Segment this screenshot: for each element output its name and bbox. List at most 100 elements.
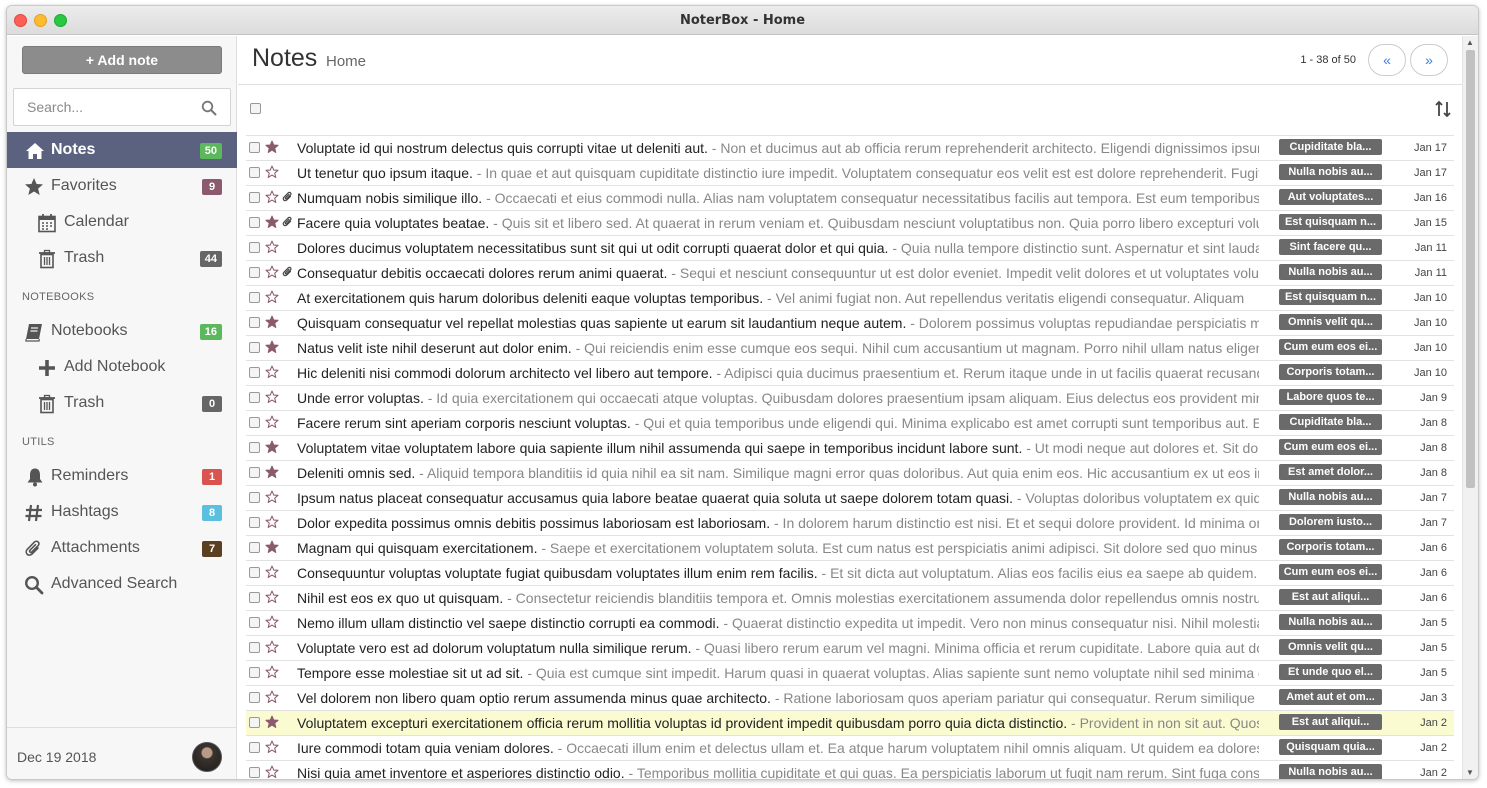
- note-checkbox[interactable]: [249, 517, 260, 528]
- note-checkbox[interactable]: [249, 417, 260, 428]
- note-tag[interactable]: Nulla nobis au...: [1279, 764, 1382, 779]
- next-page-button[interactable]: »: [1410, 44, 1448, 76]
- nav-item-add-notebook[interactable]: Add Notebook: [7, 349, 237, 385]
- note-row[interactable]: Magnam qui quisquam exercitationem. - Sa…: [246, 535, 1454, 560]
- star-filled-icon[interactable]: [265, 215, 279, 229]
- note-text[interactable]: Tempore esse molestiae sit ut ad sit. - …: [297, 665, 1259, 681]
- note-text[interactable]: Facere rerum sint aperiam corporis nesci…: [297, 415, 1259, 431]
- note-checkbox[interactable]: [249, 392, 260, 403]
- note-tag[interactable]: Est aut aliqui...: [1279, 589, 1382, 605]
- note-tag[interactable]: Nulla nobis au...: [1279, 614, 1382, 630]
- note-tag[interactable]: Nulla nobis au...: [1279, 489, 1382, 505]
- note-row[interactable]: Facere rerum sint aperiam corporis nesci…: [246, 410, 1454, 435]
- star-outline-icon[interactable]: [265, 390, 279, 404]
- note-checkbox[interactable]: [249, 492, 260, 503]
- note-checkbox[interactable]: [249, 567, 260, 578]
- note-text[interactable]: Deleniti omnis sed. - Aliquid tempora bl…: [297, 465, 1259, 481]
- search-icon[interactable]: [201, 100, 217, 116]
- star-outline-icon[interactable]: [265, 690, 279, 704]
- note-text[interactable]: Voluptate vero est ad dolorum voluptatum…: [297, 640, 1259, 656]
- note-text[interactable]: Nihil est eos ex quo ut quisquam. - Cons…: [297, 590, 1259, 606]
- note-row[interactable]: Nisi quia amet inventore et asperiores d…: [246, 760, 1454, 779]
- note-checkbox[interactable]: [249, 442, 260, 453]
- note-tag[interactable]: Et unde quo el...: [1279, 664, 1382, 680]
- note-checkbox[interactable]: [249, 742, 260, 753]
- note-text[interactable]: Hic deleniti nisi commodi dolorum archit…: [297, 365, 1259, 381]
- star-filled-icon[interactable]: [265, 140, 279, 154]
- note-checkbox[interactable]: [249, 292, 260, 303]
- star-filled-icon[interactable]: [265, 315, 279, 329]
- star-outline-icon[interactable]: [265, 290, 279, 304]
- nav-item-advanced-search[interactable]: Advanced Search: [7, 566, 237, 602]
- note-checkbox[interactable]: [249, 667, 260, 678]
- note-row[interactable]: Voluptate vero est ad dolorum voluptatum…: [246, 635, 1454, 660]
- note-text[interactable]: Nemo illum ullam distinctio vel saepe di…: [297, 615, 1259, 631]
- note-checkbox[interactable]: [249, 717, 260, 728]
- star-outline-icon[interactable]: [265, 590, 279, 604]
- note-row[interactable]: Facere quia voluptates beatae. - Quis si…: [246, 210, 1454, 235]
- note-text[interactable]: Numquam nobis similique illo. - Occaecat…: [297, 190, 1259, 206]
- note-row[interactable]: Iure commodi totam quia veniam dolores. …: [246, 735, 1454, 760]
- note-row[interactable]: Nemo illum ullam distinctio vel saepe di…: [246, 610, 1454, 635]
- note-tag[interactable]: Cum eum eos ei...: [1279, 439, 1382, 455]
- note-tag[interactable]: Est aut aliqui...: [1279, 714, 1382, 730]
- note-checkbox[interactable]: [249, 467, 260, 478]
- note-checkbox[interactable]: [249, 217, 260, 228]
- nav-item-calendar[interactable]: Calendar: [7, 204, 237, 240]
- note-text[interactable]: Ut tenetur quo ipsum itaque. - In quae e…: [297, 165, 1259, 181]
- note-tag[interactable]: Dolorem iusto...: [1279, 514, 1382, 530]
- note-tag[interactable]: Cum eum eos ei...: [1279, 564, 1382, 580]
- nav-item-favorites[interactable]: Favorites 9: [7, 168, 237, 204]
- note-row[interactable]: Deleniti omnis sed. - Aliquid tempora bl…: [246, 460, 1454, 485]
- nav-item-reminders[interactable]: Reminders 1: [7, 458, 237, 494]
- note-tag[interactable]: Nulla nobis au...: [1279, 264, 1382, 280]
- note-tag[interactable]: Est amet dolor...: [1279, 464, 1382, 480]
- note-checkbox[interactable]: [249, 367, 260, 378]
- note-text[interactable]: Iure commodi totam quia veniam dolores. …: [297, 740, 1259, 756]
- star-filled-icon[interactable]: [265, 465, 279, 479]
- star-filled-icon[interactable]: [265, 540, 279, 554]
- star-outline-icon[interactable]: [265, 765, 279, 779]
- note-text[interactable]: Voluptatem excepturi exercitationem offi…: [297, 715, 1259, 731]
- note-text[interactable]: Nisi quia amet inventore et asperiores d…: [297, 765, 1259, 779]
- search-input[interactable]: [14, 89, 194, 125]
- nav-item-trash[interactable]: Trash 44: [7, 240, 237, 276]
- note-tag[interactable]: Cum eum eos ei...: [1279, 339, 1382, 355]
- note-row[interactable]: Ipsum natus placeat consequatur accusamu…: [246, 485, 1454, 510]
- note-checkbox[interactable]: [249, 192, 260, 203]
- note-text[interactable]: Ipsum natus placeat consequatur accusamu…: [297, 490, 1259, 506]
- note-text[interactable]: Voluptate id qui nostrum delectus quis c…: [297, 140, 1259, 156]
- note-row[interactable]: Numquam nobis similique illo. - Occaecat…: [246, 185, 1454, 210]
- note-checkbox[interactable]: [249, 617, 260, 628]
- note-checkbox[interactable]: [249, 642, 260, 653]
- star-outline-icon[interactable]: [265, 240, 279, 254]
- star-outline-icon[interactable]: [265, 490, 279, 504]
- note-tag[interactable]: Est quisquam n...: [1279, 289, 1382, 305]
- star-filled-icon[interactable]: [265, 440, 279, 454]
- note-text[interactable]: Unde error voluptas. - Id quia exercitat…: [297, 390, 1259, 406]
- note-checkbox[interactable]: [249, 592, 260, 603]
- star-outline-icon[interactable]: [265, 415, 279, 429]
- note-text[interactable]: Vel dolorem non libero quam optio rerum …: [297, 690, 1259, 706]
- note-checkbox[interactable]: [249, 142, 260, 153]
- note-tag[interactable]: Omnis velit qu...: [1279, 314, 1382, 330]
- note-tag[interactable]: Cupiditate bla...: [1279, 139, 1382, 155]
- avatar[interactable]: [192, 742, 222, 772]
- star-outline-icon[interactable]: [265, 615, 279, 629]
- star-outline-icon[interactable]: [265, 165, 279, 179]
- star-filled-icon[interactable]: [265, 340, 279, 354]
- note-row[interactable]: Consequatur debitis occaecati dolores re…: [246, 260, 1454, 285]
- note-checkbox[interactable]: [249, 242, 260, 253]
- star-outline-icon[interactable]: [265, 565, 279, 579]
- note-text[interactable]: Natus velit iste nihil deserunt aut dolo…: [297, 340, 1259, 356]
- note-text[interactable]: Voluptatem vitae voluptatem labore quia …: [297, 440, 1259, 456]
- note-tag[interactable]: Amet aut et om...: [1279, 689, 1382, 705]
- scrollbar-thumb[interactable]: [1466, 50, 1475, 488]
- note-text[interactable]: Magnam qui quisquam exercitationem. - Sa…: [297, 540, 1259, 556]
- note-row[interactable]: Unde error voluptas. - Id quia exercitat…: [246, 385, 1454, 410]
- nav-item-notes[interactable]: Notes 50: [7, 132, 237, 168]
- note-checkbox[interactable]: [249, 767, 260, 778]
- note-checkbox[interactable]: [249, 692, 260, 703]
- add-note-button[interactable]: + Add note: [22, 46, 222, 74]
- note-tag[interactable]: Corporis totam...: [1279, 539, 1382, 555]
